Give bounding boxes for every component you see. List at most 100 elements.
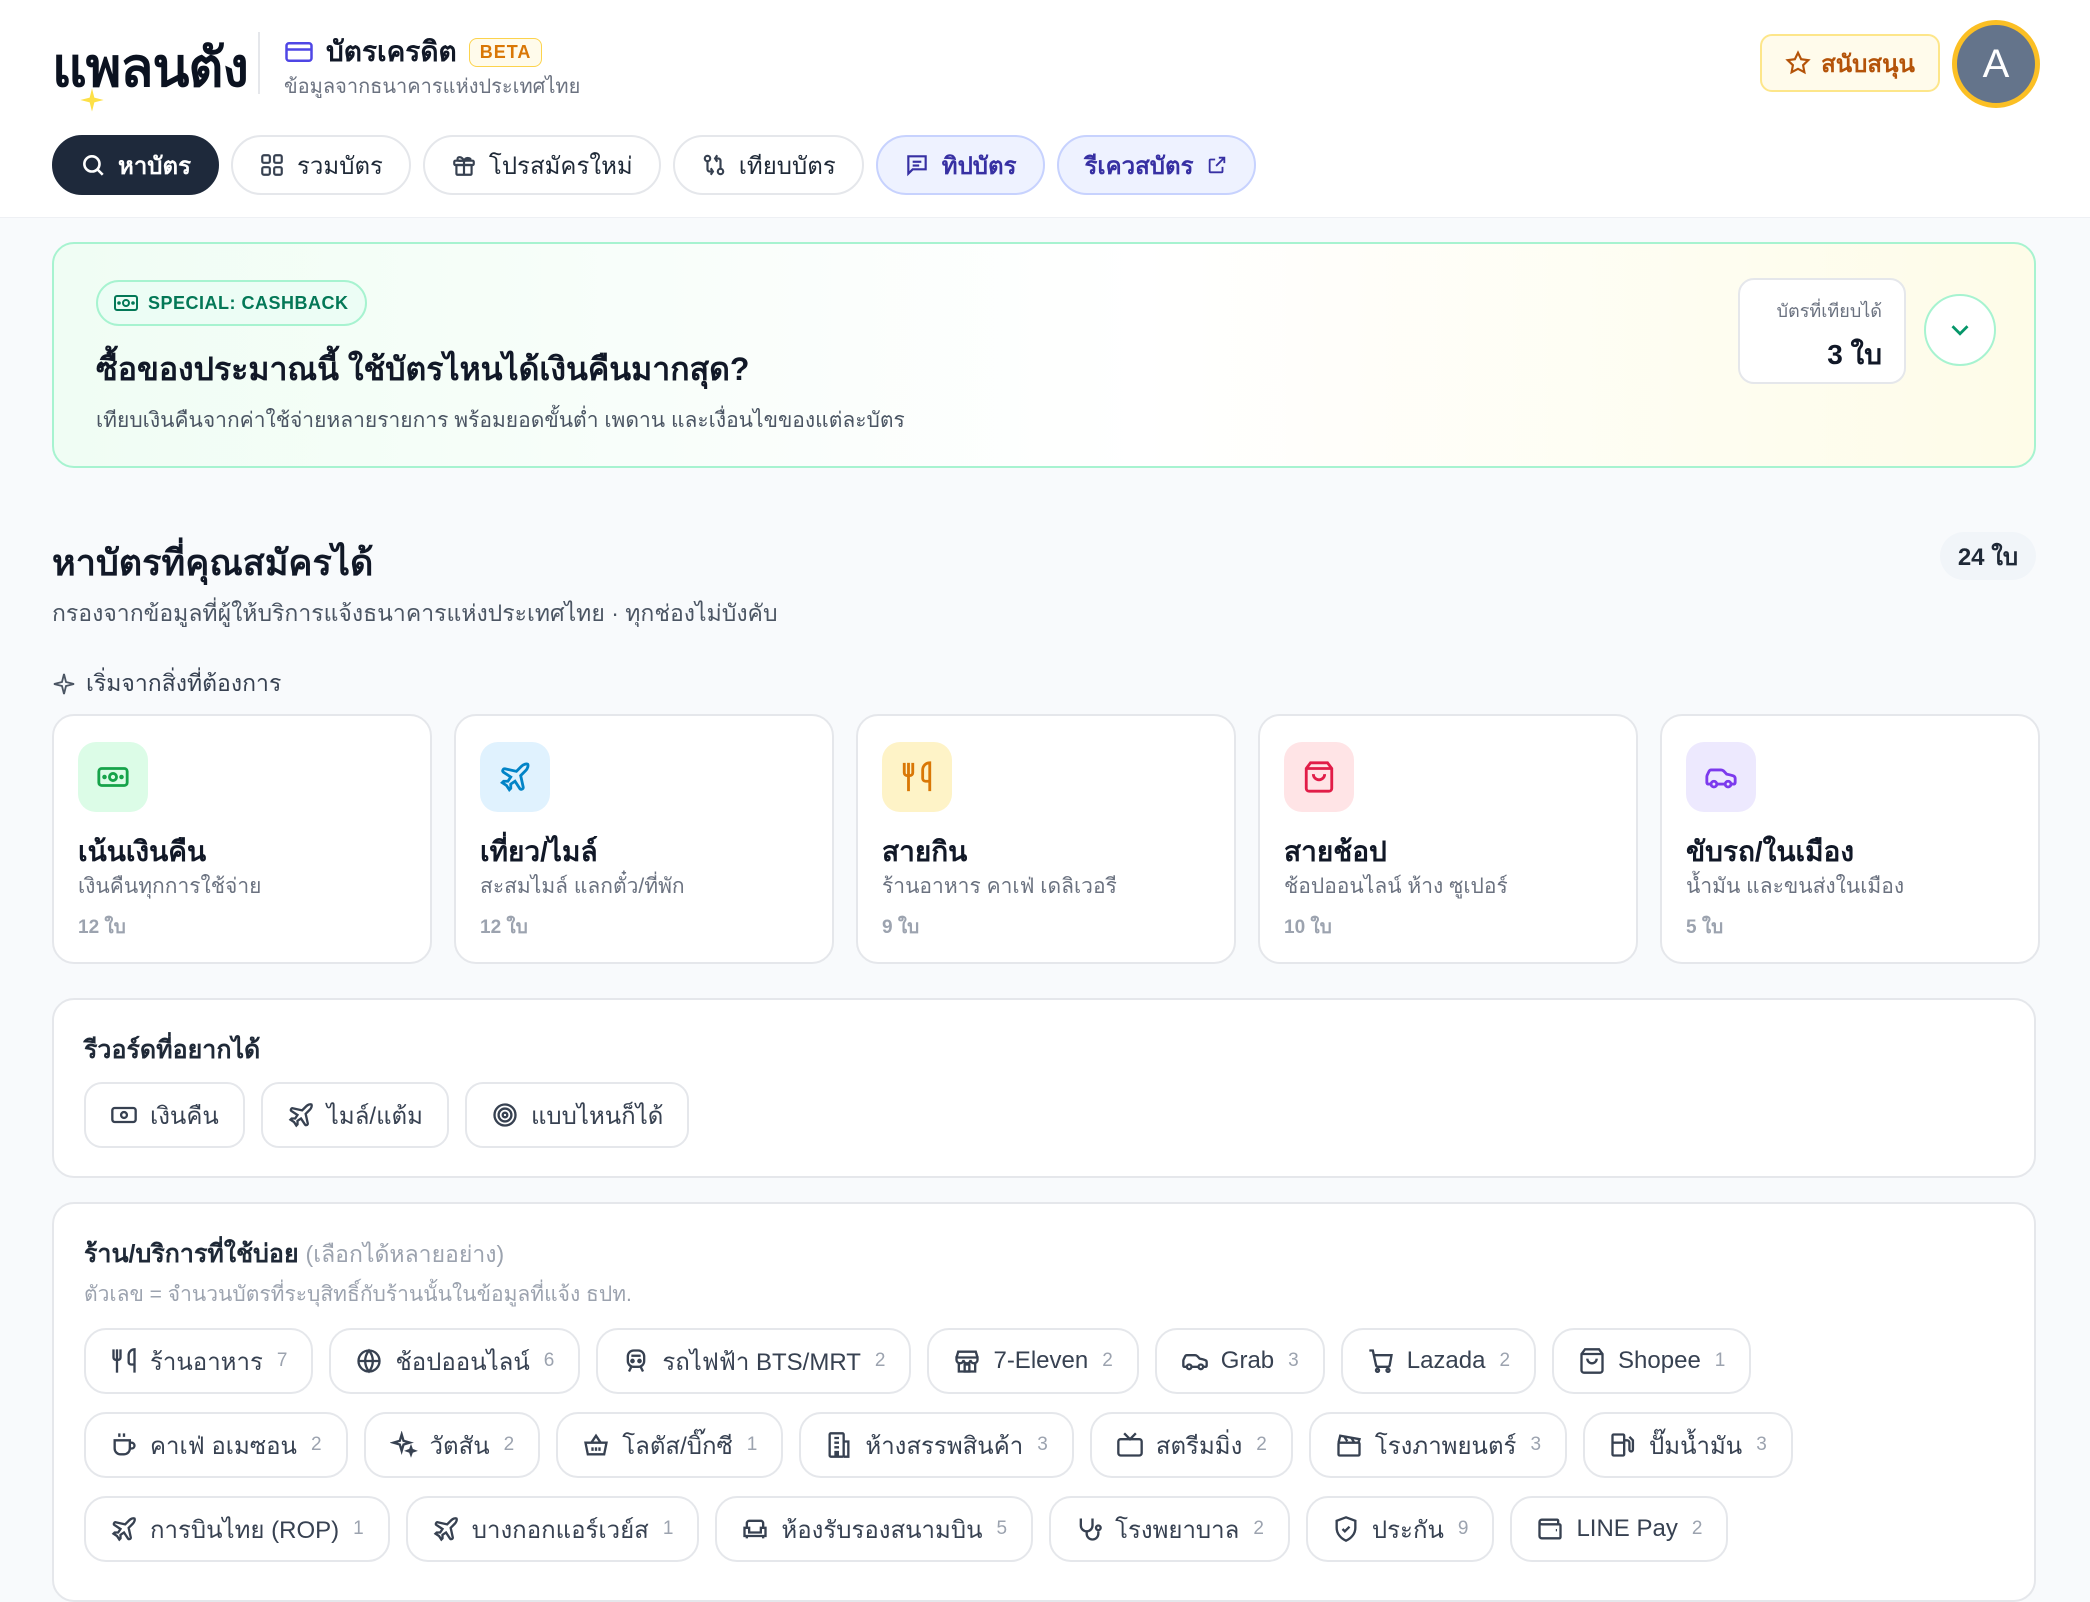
basket-icon <box>584 1433 609 1456</box>
app-header: แพลนตัง บัตรเครดิต BETA ข้อมูลจากธนาคารแ… <box>0 0 2090 218</box>
merchant-chip-bangkok-airways[interactable]: บางกอกแอร์เวย์ส 1 <box>405 1496 700 1562</box>
merchant-chip-lotus-bigc[interactable]: โลตัส/บิ๊กซี 1 <box>556 1412 784 1478</box>
chevron-down-icon <box>1951 325 1969 336</box>
tab-compare[interactable]: เทียบบัตร <box>672 135 864 195</box>
merchant-chip-thai-airways[interactable]: การบินไทย (ROP) 1 <box>84 1496 390 1562</box>
category-card-shopping[interactable]: สายช้อป ช้อปออนไลน์ ห้าง ซูเปอร์ 10 ใบ <box>1258 714 1638 964</box>
car-icon <box>1181 1354 1208 1371</box>
category-card-food[interactable]: สายกิน ร้านอาหาร คาเฟ่ เดลิเวอรี 9 ใบ <box>856 714 1236 964</box>
bag-icon <box>1304 761 1334 793</box>
result-count-badge: 24 ใบ <box>1940 532 2036 580</box>
message-icon <box>907 155 927 177</box>
category-icon-wrap <box>1686 742 1756 812</box>
category-title: สายช้อป <box>1284 836 1387 867</box>
merchants-note: ตัวเลข = จำนวนบัตรที่ระบุสิทธิ์กับร้านนั… <box>84 1283 632 1306</box>
merchant-chip-cafe-amazon[interactable]: คาเฟ่ อเมซอน 2 <box>84 1412 348 1478</box>
chip-label: การบินไทย (ROP) <box>150 1516 340 1544</box>
merchants-title-text: ร้าน/บริการที่ใช้บ่อย <box>84 1240 299 1268</box>
category-count: 12 ใบ <box>480 917 528 938</box>
chip-label: ปั๊มน้ำมัน <box>1649 1432 1743 1460</box>
rewards-panel: รีวอร์ดที่อยากได้ เงินคืน ไมล์/แต้ม แบบไ… <box>52 998 2036 1178</box>
merchant-chip-airport-lounge[interactable]: ห้องรับรองสนามบิน 5 <box>715 1496 1034 1562</box>
chip-label: Shopee <box>1618 1347 1701 1374</box>
chip-label: โลตัส/บิ๊กซี <box>622 1432 733 1460</box>
expand-banner-button[interactable] <box>1924 294 1996 366</box>
building-icon <box>828 1432 850 1458</box>
tab-request-card[interactable]: รีเควสบัตร <box>1056 135 1256 195</box>
merchant-chip-list: ร้านอาหาร 7 ช้อปออนไลน์ 6 รถไฟฟ้า BTS/MR… <box>84 1328 1984 1562</box>
cashback-banner[interactable]: SPECIAL: CASHBACK ซื้อของประมาณนี้ ใช้บั… <box>52 242 2036 468</box>
comparable-label: บัตรที่เทียบได้ <box>1776 301 1882 321</box>
reward-option-cashback[interactable]: เงินคืน <box>84 1082 245 1148</box>
chip-count: 5 <box>996 1518 1008 1539</box>
chip-count: 3 <box>1530 1434 1542 1455</box>
cash-icon <box>111 1106 137 1124</box>
merchant-chip-watsons[interactable]: วัตสัน 2 <box>363 1412 541 1478</box>
merchant-chip-lazada[interactable]: Lazada 2 <box>1340 1328 1537 1394</box>
category-card-travel[interactable]: เที่ยว/ไมล์ สะสมไมล์ แลกตั๋ว/ที่พัก 12 ใ… <box>454 714 834 964</box>
pill-label: SPECIAL: CASHBACK <box>148 292 349 313</box>
merchant-chip-cinema[interactable]: โรงภาพยนตร์ 3 <box>1308 1412 1568 1478</box>
banner-description: เทียบเงินคืนจากค่าใช้จ่ายหลายรายการ พร้อ… <box>96 409 905 432</box>
chip-label: Grab <box>1220 1347 1275 1374</box>
chip-label: รถไฟฟ้า BTS/MRT <box>662 1348 861 1376</box>
chip-count: 1 <box>662 1518 674 1539</box>
reward-option-miles[interactable]: ไมล์/แต้ม <box>260 1082 449 1148</box>
chip-count: 2 <box>1253 1518 1264 1539</box>
rewards-title: รีวอร์ดที่อยากได้ <box>84 1036 261 1064</box>
merchant-chip-department-store[interactable]: ห้างสรรพสินค้า 3 <box>799 1412 1074 1478</box>
reward-option-any[interactable]: แบบไหนก็ได้ <box>464 1082 690 1148</box>
search-icon <box>83 155 104 176</box>
sparkle-icon <box>53 673 75 695</box>
tab-card-tips[interactable]: ทิปบัตร <box>875 135 1045 195</box>
shield-icon <box>1335 1516 1357 1542</box>
chip-label: LINE Pay <box>1576 1515 1678 1542</box>
chip-count: 1 <box>1714 1350 1726 1371</box>
start-label: เริ่มจากสิ่งที่ต้องการ <box>86 670 282 696</box>
sparkle-icon <box>80 88 104 112</box>
chip-label: สตรีมมิ่ง <box>1155 1432 1243 1460</box>
support-label: สนับสนุน <box>1821 50 1915 78</box>
merchant-chip-gas-station[interactable]: ปั๊มน้ำมัน 3 <box>1583 1412 1793 1478</box>
tab-new-promos[interactable]: โปรสมัครใหม่ <box>422 135 661 195</box>
merchant-chip-7eleven[interactable]: 7-Eleven 2 <box>927 1328 1139 1394</box>
tab-label: หาบัตร <box>118 152 192 180</box>
tab-find-card[interactable]: หาบัตร <box>52 135 220 195</box>
reward-options: เงินคืน ไมล์/แต้ม แบบไหนก็ได้ <box>84 1082 690 1148</box>
cash-icon <box>114 295 138 311</box>
merchant-chip-line-pay[interactable]: LINE Pay 2 <box>1510 1496 1729 1562</box>
user-avatar[interactable]: A <box>1952 20 2040 108</box>
start-from-need: เริ่มจากสิ่งที่ต้องการ <box>52 666 281 702</box>
plane-icon <box>288 1103 313 1128</box>
merchant-chip-online-shopping[interactable]: ช้อปออนไลน์ 6 <box>329 1328 581 1394</box>
merchants-panel: ร้าน/บริการที่ใช้บ่อย (เลือกได้หลายอย่าง… <box>52 1202 2036 1602</box>
category-card-cashback[interactable]: เน้นเงินคืน เงินคืนทุกการใช้จ่าย 12 ใบ <box>52 714 432 964</box>
chip-label: ห้องรับรองสนามบิน <box>781 1516 983 1544</box>
tab-all-cards[interactable]: รวมบัตร <box>231 135 411 195</box>
brand-subtitle: ข้อมูลจากธนาคารแห่งประเทศไทย <box>284 76 581 98</box>
merchant-chip-shopee[interactable]: Shopee 1 <box>1552 1328 1752 1394</box>
utensils-icon <box>902 761 932 792</box>
comparable-cards-box: บัตรที่เทียบได้ 3 ใบ <box>1738 278 1906 384</box>
merchant-chip-insurance[interactable]: ประกัน 9 <box>1305 1496 1495 1562</box>
plane-icon <box>111 1517 136 1542</box>
car-icon <box>1705 768 1737 789</box>
merchant-chip-bts-mrt[interactable]: รถไฟฟ้า BTS/MRT 2 <box>596 1328 912 1394</box>
chip-count: 2 <box>310 1434 322 1455</box>
wallet-icon <box>1538 1518 1563 1540</box>
sofa-icon <box>743 1519 768 1539</box>
merchant-chip-grab[interactable]: Grab 3 <box>1154 1328 1325 1394</box>
beta-badge: BETA <box>468 37 543 67</box>
section-subtitle: กรองจากข้อมูลที่ผู้ให้บริการแจ้งธนาคารแห… <box>52 600 778 626</box>
merchant-chip-hospital[interactable]: โรงพยาบาล 2 <box>1049 1496 1290 1562</box>
compare-icon <box>703 154 725 176</box>
category-desc: ร้านอาหาร คาเฟ่ เดลิเวอรี <box>882 875 1117 898</box>
category-card-driving[interactable]: ขับรถ/ในเมือง น้ำมัน และขนส่งในเมือง 5 ใ… <box>1660 714 2040 964</box>
merchant-chip-streaming[interactable]: สตรีมมิ่ง 2 <box>1089 1412 1293 1478</box>
globe-icon <box>357 1348 382 1374</box>
merchants-title: ร้าน/บริการที่ใช้บ่อย (เลือกได้หลายอย่าง… <box>84 1234 504 1274</box>
chip-label: คาเฟ่ อเมซอน <box>150 1432 297 1460</box>
merchant-chip-restaurant[interactable]: ร้านอาหาร 7 <box>84 1328 314 1394</box>
support-button[interactable]: สนับสนุน <box>1760 34 1940 92</box>
store-icon <box>955 1350 980 1373</box>
